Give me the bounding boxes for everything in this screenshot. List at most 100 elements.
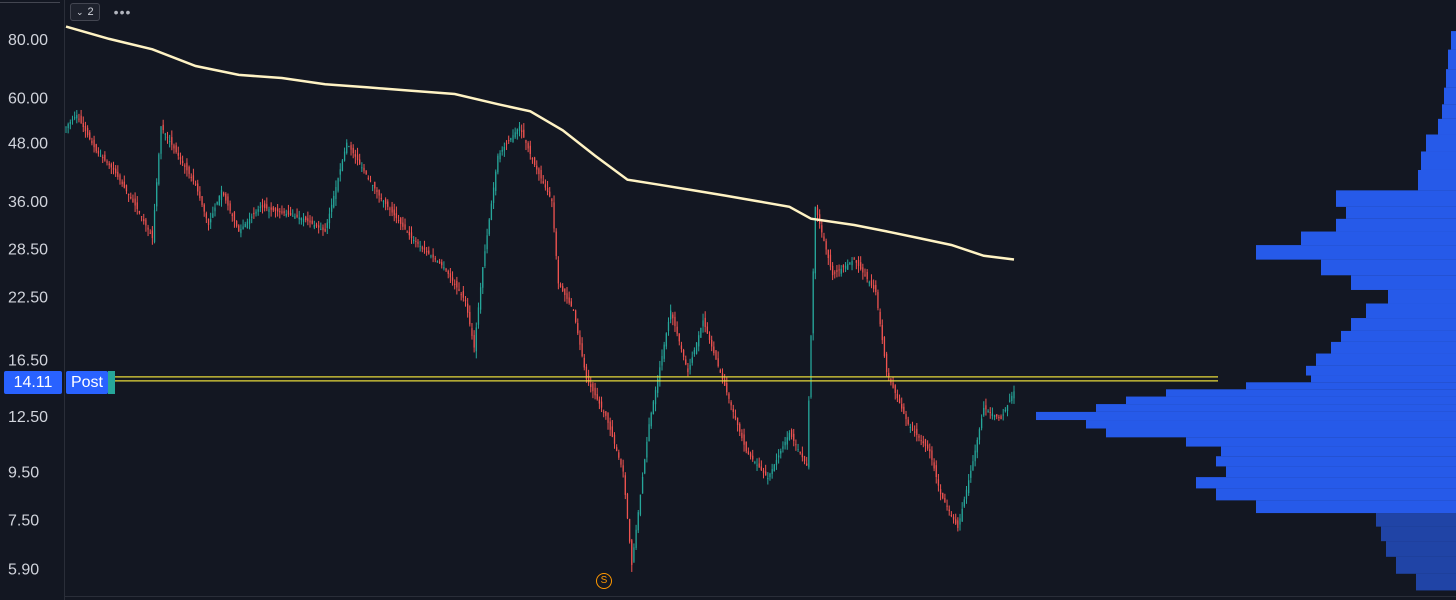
candle [108, 161, 110, 169]
candle [523, 123, 525, 138]
candle [212, 206, 214, 218]
candle [486, 228, 488, 254]
candle [838, 264, 840, 277]
candle [492, 182, 495, 210]
candle [395, 206, 398, 224]
candle [590, 377, 592, 393]
price-chart[interactable]: 80.00 60.00 48.00 36.00 28.50 22.50 16.50 12.50… [0, 0, 1456, 600]
candle [73, 111, 76, 121]
candle [380, 193, 382, 202]
volume-profile-bar [1448, 49, 1456, 70]
candle [585, 363, 588, 383]
candle [989, 407, 991, 419]
volume-profile-bar [1096, 404, 1456, 412]
candle [350, 141, 352, 156]
session-badge-edge [108, 371, 115, 394]
candle [160, 126, 162, 160]
volume-profile-bar [1256, 245, 1456, 260]
candle [564, 288, 566, 302]
candle [868, 280, 870, 287]
candle [406, 230, 408, 233]
candle [145, 217, 147, 232]
volume-profile-bar [1331, 341, 1456, 354]
candle [305, 215, 307, 223]
candle [501, 146, 503, 156]
candle [289, 206, 292, 216]
candle [248, 212, 251, 230]
candle [618, 449, 620, 460]
price-tick-label: 12.50 [8, 409, 48, 426]
candle [659, 360, 661, 387]
volume-profile-bar [1311, 375, 1456, 383]
layout-count-button[interactable]: ⌄ 2 [70, 3, 100, 21]
candle [238, 224, 240, 232]
volume-profile-bar [1426, 134, 1456, 152]
candle [244, 221, 246, 228]
session-marker-icon[interactable]: S [596, 573, 612, 589]
volume-profile-bar [1216, 456, 1456, 467]
candle [276, 204, 279, 217]
candle [505, 140, 508, 151]
candle [80, 109, 82, 124]
candle [186, 158, 188, 177]
candle [998, 414, 1000, 421]
candle [827, 249, 829, 265]
candle [961, 502, 963, 523]
more-horizontal-icon[interactable]: ••• [114, 4, 132, 20]
volume-profile-bar [1221, 446, 1456, 457]
candle [281, 205, 283, 215]
candle [540, 165, 542, 184]
candle [654, 386, 657, 412]
candle [581, 337, 583, 358]
candle [637, 509, 639, 534]
candle [471, 323, 473, 340]
candle [572, 309, 575, 311]
price-axis[interactable]: 80.00 60.00 48.00 36.00 28.50 22.50 16.50 12.50… [8, 32, 48, 578]
candle [702, 313, 704, 333]
candle [745, 441, 747, 454]
candle [879, 308, 881, 327]
candle [151, 226, 154, 245]
candle [378, 189, 380, 203]
candle [259, 202, 261, 213]
session-badge: Post [66, 371, 108, 394]
candle [896, 389, 899, 403]
candle [1009, 393, 1011, 403]
price-tick-label: 36.00 [8, 194, 48, 211]
candle [600, 396, 603, 413]
candle [704, 311, 706, 333]
candle [782, 441, 784, 453]
candle [328, 207, 331, 229]
candle [598, 396, 601, 410]
candle [445, 267, 447, 272]
candle [974, 444, 976, 467]
candle [849, 261, 851, 265]
candle [909, 423, 911, 433]
candle [603, 409, 605, 418]
candle [855, 259, 858, 270]
candle [691, 351, 693, 366]
candle [188, 165, 190, 179]
candle [944, 493, 946, 503]
volume-profile-bar [1256, 500, 1456, 514]
candle [752, 449, 754, 462]
candle [542, 175, 544, 185]
candle [216, 201, 218, 206]
volume-profile-bar [1246, 382, 1456, 390]
candle [110, 162, 112, 174]
candle [222, 191, 225, 197]
volume-profile-bar [1186, 437, 1456, 447]
candle [330, 198, 333, 219]
candle [294, 213, 296, 219]
candle [963, 496, 965, 508]
candle [840, 265, 842, 277]
volume-profile-bar [1446, 69, 1456, 88]
candle [512, 129, 514, 143]
candle [553, 195, 555, 233]
horizontal-line[interactable] [66, 376, 1218, 382]
candle [343, 147, 346, 162]
candle [976, 437, 978, 459]
candle [799, 451, 801, 455]
candle [274, 207, 277, 218]
candle [583, 354, 585, 371]
